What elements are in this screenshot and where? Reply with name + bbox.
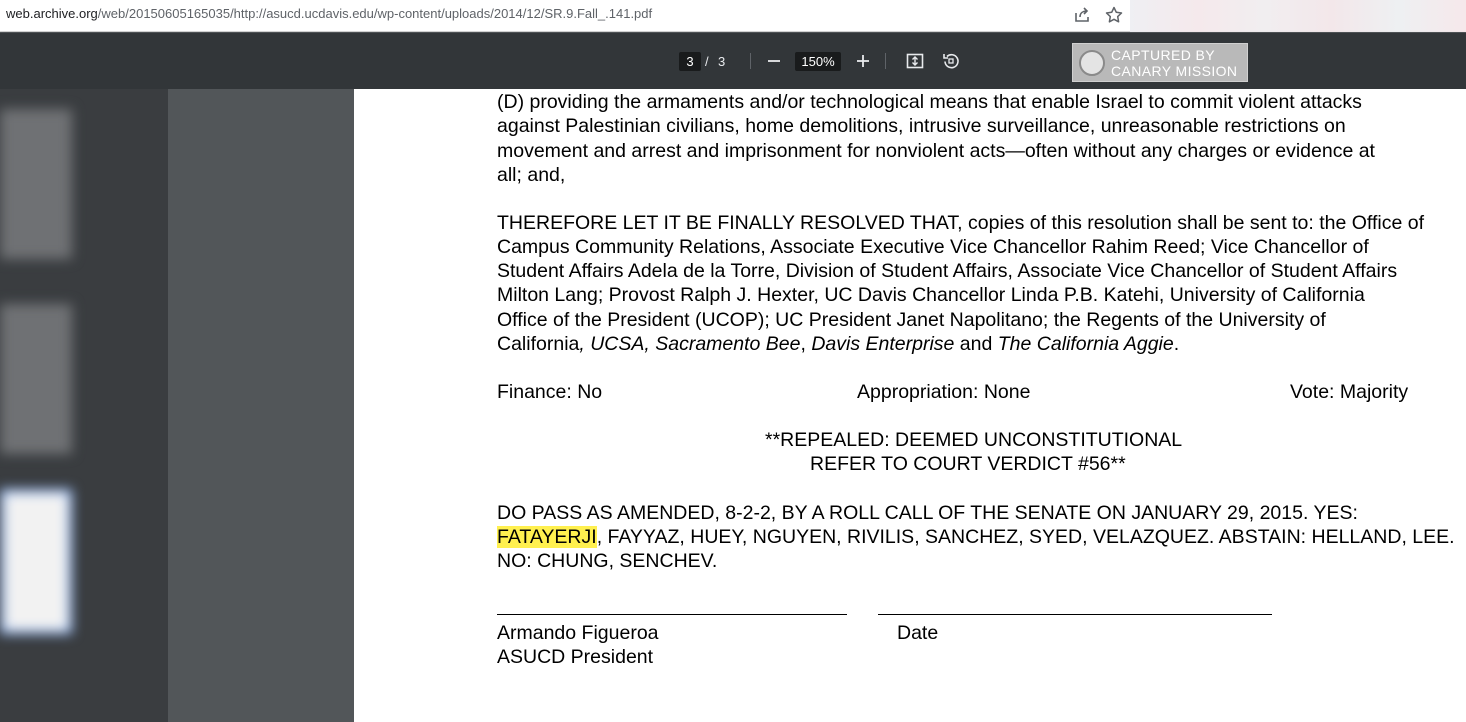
resolved-line: Campus Community Relations, Associate Ex… [497, 236, 1369, 258]
signer-name: Armando Figueroa [497, 622, 659, 644]
url-text[interactable]: web.archive.org/web/20150605165035/http:… [6, 6, 652, 21]
repealed-notice: **REPEALED: DEEMED UNCONSTITUTIONAL [765, 429, 1183, 451]
text-run: California [497, 333, 580, 355]
page-thumbnail[interactable] [0, 304, 72, 454]
resolved-line-last: California, UCSA, Sacramento Bee, Davis … [497, 332, 1179, 356]
extension-area [1130, 0, 1466, 32]
vote-label: Vote: Majority [1290, 381, 1409, 403]
resolved-line: Office of the President (UCOP); UC Presi… [497, 309, 1326, 331]
appropriation-label: Appropriation: None [857, 381, 1031, 403]
rotate-icon[interactable] [941, 51, 961, 71]
highlighted-name: FATAYERJI [497, 526, 597, 548]
text-run-italic: , UCSA, Sacramento Bee [579, 333, 801, 355]
viewer-background [168, 89, 354, 722]
zoom-level-input[interactable]: 150% [795, 52, 841, 71]
clause-d-line: (D) providing the armaments and/or techn… [497, 91, 1362, 113]
text-run: and [954, 333, 998, 355]
thumbnail-sidebar [0, 89, 168, 722]
page-thumbnail-selected[interactable] [0, 489, 72, 634]
text-run: , FAYYAZ, HUEY, NGUYEN, RIVILIS, SANCHEZ… [596, 526, 1455, 548]
share-icon[interactable] [1072, 5, 1092, 25]
toolbar-divider [885, 53, 886, 69]
zoom-out-icon[interactable] [764, 51, 784, 71]
address-bar[interactable]: web.archive.org/web/20150605165035/http:… [0, 0, 1466, 32]
text-run: . [1173, 333, 1180, 355]
do-pass-line: DO PASS AS AMENDED, 8-2-2, BY A ROLL CAL… [497, 502, 1358, 524]
star-icon[interactable] [1104, 5, 1124, 25]
resolved-line: THEREFORE LET IT BE FINALLY RESOLVED THA… [497, 212, 1425, 234]
captured-by-watermark: CAPTURED BY CANARY MISSION [1072, 43, 1248, 82]
clause-d-line: movement and arrest and imprisonment for… [497, 140, 1375, 162]
url-path: /web/20150605165035/http://asucd.ucdavis… [97, 6, 653, 21]
resolved-line: Student Affairs Adela de la Torre, Divis… [497, 260, 1398, 282]
pdf-page: (D) providing the armaments and/or techn… [354, 89, 1466, 722]
page-total: 3 [718, 54, 726, 69]
resolved-line: Milton Lang; Provost Ralph J. Hexter, UC… [497, 284, 1365, 306]
toolbar-divider [750, 53, 751, 69]
text-run-italic: The California Aggie [997, 333, 1174, 355]
watermark-line2: CANARY MISSION [1111, 63, 1238, 79]
canary-logo-icon [1079, 50, 1105, 76]
text-run-italic: Davis Enterprise [811, 333, 955, 355]
signature-line [497, 614, 847, 615]
signer-title: ASUCD President [497, 646, 654, 668]
pdf-toolbar: 3 / 3 150% CAPTURED BY CANARY MISSION [0, 33, 1466, 89]
zoom-in-icon[interactable] [853, 51, 873, 71]
do-pass-line: NO: CHUNG, SENCHEV. [497, 550, 718, 572]
clause-d-line: against Palestinian civilians, home demo… [497, 115, 1346, 137]
date-line [878, 614, 1272, 615]
repealed-notice: REFER TO COURT VERDICT #56** [810, 453, 1126, 475]
text-run: , [800, 333, 812, 355]
clause-d-line: all; and, [497, 164, 566, 186]
page-separator: / [705, 54, 709, 69]
fit-page-icon[interactable] [905, 51, 925, 71]
page-number-input[interactable]: 3 [679, 52, 701, 71]
date-label: Date [897, 622, 939, 644]
finance-label: Finance: No [497, 381, 603, 403]
watermark-line1: CAPTURED BY [1111, 47, 1215, 63]
do-pass-line: FATAYERJI, FAYYAZ, HUEY, NGUYEN, RIVILIS… [497, 525, 1455, 549]
url-host: web.archive.org [6, 6, 98, 21]
page-thumbnail[interactable] [0, 109, 72, 259]
